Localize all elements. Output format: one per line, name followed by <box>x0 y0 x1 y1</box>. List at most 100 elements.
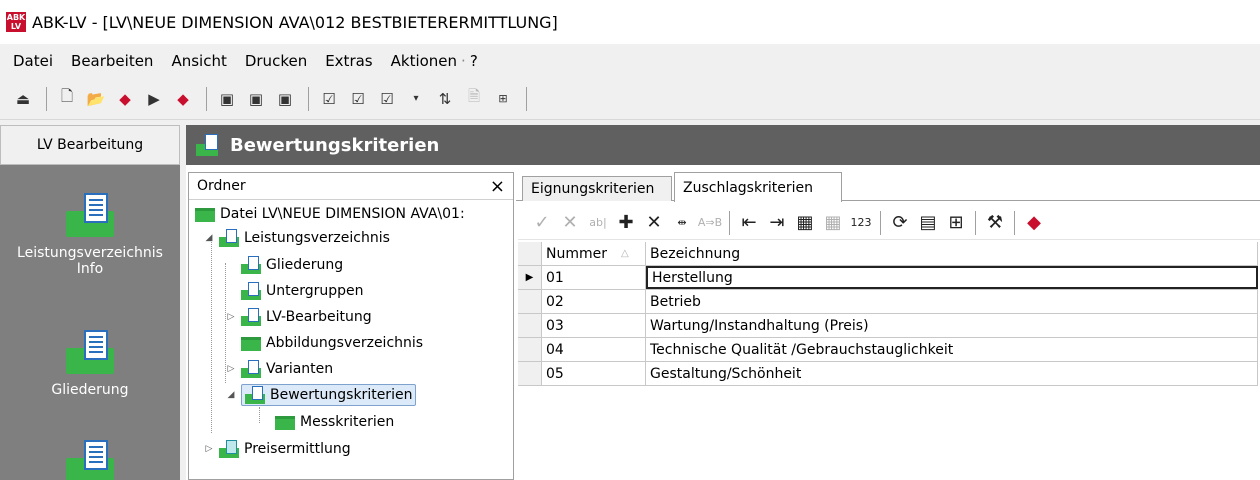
collapse-arrow-icon[interactable]: ◢ <box>203 233 215 243</box>
tab-strip: Eignungskriterien Zuschlagskriterien <box>516 172 1260 202</box>
menu-help[interactable]: ? <box>468 52 487 70</box>
criteria-grid: Nummer △ Bezeichnung ▶ 01 Herstellung 02 … <box>518 242 1258 386</box>
indent-icon[interactable]: ⇥ <box>763 210 791 236</box>
folder-icon <box>241 334 261 352</box>
folder-icon <box>275 413 295 431</box>
tree-header: Ordner × <box>189 173 513 200</box>
tree-node-abbildungsverzeichnis[interactable]: Abbildungsverzeichnis <box>241 331 423 355</box>
column-header-nummer[interactable]: Nummer △ <box>542 242 646 265</box>
tree-node-varianten[interactable]: ▷ Varianten <box>225 357 333 381</box>
rename-field-icon: ab| <box>589 216 607 229</box>
tree-node-untergruppen[interactable]: Untergruppen <box>241 279 364 303</box>
tree-node-gliederung[interactable]: Gliederung <box>241 253 343 277</box>
table-row[interactable]: 04 Technische Qualität /Gebrauchstauglic… <box>518 338 1258 362</box>
delete-x-icon[interactable]: ✕ <box>640 210 668 236</box>
confirm-check-icon: ✓ <box>534 212 550 233</box>
add-plus-icon[interactable]: ✚ <box>612 210 640 236</box>
menu-bearbeiten[interactable]: Bearbeiten <box>62 52 162 70</box>
filter-doc-icon[interactable]: ☑ <box>345 86 371 112</box>
page-22-icon[interactable]: ⊞ <box>490 86 516 112</box>
title-bar: ABK LV ABK-LV - [LV\NEUE DIMENSION AVA\01… <box>0 0 1260 44</box>
kb-icon[interactable]: ▣ <box>272 86 298 112</box>
current-row-indicator-icon: ▶ <box>518 266 542 289</box>
exit-icon[interactable]: ⏏ <box>10 86 36 112</box>
edit-doc-icon[interactable]: ☑ <box>374 86 400 112</box>
new-file-icon[interactable]: 🗋 <box>54 86 80 112</box>
table-row[interactable]: 02 Betrieb <box>518 290 1258 314</box>
open-folder-icon[interactable]: 📂 <box>83 86 109 112</box>
print-export-icon[interactable]: ◆ <box>170 86 196 112</box>
expand-arrow-icon[interactable]: ▷ <box>203 444 215 454</box>
folder-document-icon <box>66 330 114 374</box>
nav-item-gliederung[interactable]: Gliederung <box>0 330 180 398</box>
app-icon: ABK LV <box>6 12 26 32</box>
check-doc-icon[interactable]: ☑ <box>316 86 342 112</box>
table-row[interactable]: 05 Gestaltung/Schönheit <box>518 362 1258 386</box>
folder-tree-panel: Ordner × Datei LV\NEUE DIMENSION AVA\01:… <box>188 172 514 480</box>
tree-node-root[interactable]: Datei LV\NEUE DIMENSION AVA\01: <box>195 202 465 226</box>
folder-document-icon <box>196 134 218 156</box>
section-header: Bewertungskriterien <box>186 125 1260 165</box>
toolbar-separator <box>526 86 527 111</box>
nav-item-lv-info[interactable]: Leistungsverzeichnis Info <box>0 193 180 277</box>
toolbar-separator <box>46 86 47 111</box>
folder-document-icon <box>245 386 265 404</box>
expand-arrow-icon[interactable]: ▷ <box>225 364 237 374</box>
tree-node-preisermittlung[interactable]: ▷ Preisermittlung <box>203 437 351 461</box>
menu-bar: Datei Bearbeiten Ansicht Drucken Extras … <box>0 44 1260 78</box>
nav-item-label: Info <box>76 261 104 277</box>
menu-separator-dot: · <box>461 52 466 70</box>
export-red-icon[interactable]: ◆ <box>1020 210 1048 236</box>
table-copy-icon[interactable]: ▤ <box>914 210 942 236</box>
nav-item-label: Leistungsverzeichnis <box>17 245 163 261</box>
folder-document-icon <box>219 229 239 247</box>
tree-node-lv-bearbeitung[interactable]: ▷ LV-Bearbeitung <box>225 305 372 329</box>
sort-asc-icon: △ <box>621 248 629 259</box>
refresh-icon[interactable]: ⟳ <box>886 210 914 236</box>
window-title: ABK-LV - [LV\NEUE DIMENSION AVA\012 BEST… <box>32 12 558 32</box>
tree-node-bewertungskriterien[interactable]: ◢ Bewertungskriterien <box>225 383 417 407</box>
criteria-panel: Eignungskriterien Zuschlagskriterien ✓ ✕… <box>516 172 1260 480</box>
lv-icon[interactable]: ▣ <box>243 86 269 112</box>
tab-zuschlagskriterien[interactable]: Zuschlagskriterien <box>674 172 842 202</box>
me-icon[interactable]: ▣ <box>214 86 240 112</box>
export-icon[interactable]: ▶ <box>141 86 167 112</box>
cancel-x-icon: ✕ <box>562 212 578 233</box>
menu-aktionen[interactable]: Aktionen <box>382 52 459 70</box>
expand-arrow-icon[interactable]: ▷ <box>225 312 237 322</box>
left-navigation-panel: LV Bearbeitung Leistungsverzeichnis Info… <box>0 125 180 480</box>
main-area: Bewertungskriterien Ordner × Datei LV\NE… <box>186 125 1260 480</box>
tab-eignungskriterien[interactable]: Eignungskriterien <box>522 176 672 201</box>
import-icon[interactable]: ◆ <box>112 86 138 112</box>
folder-calculator-icon <box>219 440 239 458</box>
grid-header-row: Nummer △ Bezeichnung <box>518 242 1258 266</box>
table-row[interactable]: 03 Wartung/Instandhaltung (Preis) <box>518 314 1258 338</box>
menu-datei[interactable]: Datei <box>4 52 62 70</box>
nav-item-label: Gliederung <box>51 382 129 398</box>
grid-toolbar: ✓ ✕ ab| ✚ ✕ ⇹ A⇒B ⇤ ⇥ ▦ ▦ 123 ⟳ ▤ ⊞ ⚒ ◆ <box>518 206 1260 240</box>
menu-extras[interactable]: Extras <box>316 52 381 70</box>
renumber-icon[interactable]: 123 <box>847 210 875 236</box>
main-toolbar: ⏏ 🗋 📂 ◆ ▶ ◆ ▣ ▣ ▣ ☑ ☑ ☑ ▾ ⇅ 🗎 ⊞ <box>0 78 1260 120</box>
tree-node-messkriterien[interactable]: Messkriterien <box>275 410 394 434</box>
folder-icon <box>195 205 215 223</box>
left-panel-header[interactable]: LV Bearbeitung <box>0 125 180 165</box>
close-icon[interactable]: × <box>490 176 505 197</box>
folder-document-icon <box>241 360 261 378</box>
folder-document-icon <box>241 256 261 274</box>
tree-view-icon[interactable]: ⊞ <box>942 210 970 236</box>
move-columns-icon[interactable]: ⇹ <box>668 210 696 236</box>
tree-node-leistungsverzeichnis[interactable]: ◢ Leistungsverzeichnis <box>203 226 390 250</box>
folder-document-icon <box>241 282 261 300</box>
sort-az-icon[interactable]: ⇅ <box>432 86 458 112</box>
tools-icon[interactable]: ⚒ <box>981 210 1009 236</box>
table-row[interactable]: ▶ 01 Herstellung <box>518 266 1258 290</box>
nav-item-third[interactable] <box>0 440 180 480</box>
menu-ansicht[interactable]: Ansicht <box>162 52 235 70</box>
collapse-arrow-icon[interactable]: ◢ <box>225 390 237 400</box>
menu-drucken[interactable]: Drucken <box>236 52 316 70</box>
column-header-bezeichnung[interactable]: Bezeichnung <box>646 242 1258 265</box>
dropdown-arrow-icon[interactable]: ▾ <box>403 86 429 112</box>
calculator-icon[interactable]: ▦ <box>791 210 819 236</box>
outdent-icon[interactable]: ⇤ <box>735 210 763 236</box>
